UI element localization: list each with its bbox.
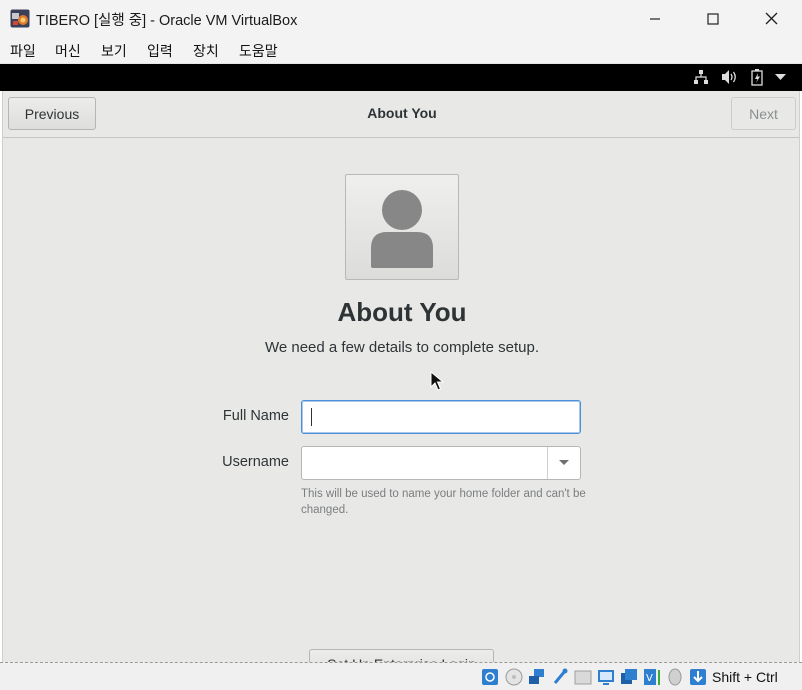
avatar-button[interactable] [345,174,459,280]
setup-header: Previous About You Next [3,91,799,138]
keyboard-arrow-icon[interactable] [689,668,707,686]
header-title: About You [367,105,437,121]
maximize-button[interactable] [684,0,742,37]
username-label: Username [222,454,289,470]
minimize-icon [650,17,660,20]
username-hint: This will be used to name your home fold… [301,488,586,516]
host-key-label: Shift + Ctrl [712,669,778,685]
full-name-field[interactable] [301,400,581,434]
username-field[interactable] [302,447,547,479]
virtualbox-app-icon [10,9,30,28]
network-adapter-icon[interactable] [528,668,546,686]
video-capture-icon[interactable] [620,668,638,686]
maximize-icon [707,12,719,25]
cpu-icon[interactable]: V [643,668,661,686]
svg-text:V: V [646,673,653,684]
user-avatar-icon [371,190,433,268]
shared-folders-icon[interactable] [574,668,592,686]
title-bar: TIBERO [실행 중] - Oracle VM VirtualBox [0,0,802,37]
close-icon [765,12,777,25]
chevron-down-icon[interactable] [775,74,786,81]
text-caret [311,408,312,426]
chevron-down-icon [559,460,569,465]
optical-drive-icon[interactable] [505,668,523,686]
guest-display[interactable]: Previous About You Next About You We nee… [2,91,800,662]
menu-machine[interactable]: 머신 [55,41,81,61]
status-bar: V Shift + Ctrl [0,662,802,690]
minimize-button[interactable] [626,0,684,37]
page-subheading: We need a few details to complete setup. [264,339,540,356]
usb-icon[interactable] [551,668,569,686]
page-heading: About You [337,297,467,327]
username-dropdown-button[interactable] [547,447,580,479]
full-name-label: Full Name [222,408,289,424]
window-title: TIBERO [실행 중] - Oracle VM VirtualBox [36,13,298,29]
menu-help[interactable]: 도움말 [239,41,278,61]
guest-top-bar [0,64,802,91]
network-icon[interactable] [693,69,709,85]
volume-icon[interactable] [721,69,738,85]
menu-view[interactable]: 보기 [101,41,127,61]
mouse-pointer-icon [430,371,444,391]
next-button[interactable]: Next [731,97,796,130]
mouse-integration-icon[interactable] [666,668,684,686]
hard-disk-icon[interactable] [481,668,499,686]
menu-bar: 파일 머신 보기 입력 장치 도움말 [0,37,802,64]
menu-file[interactable]: 파일 [10,41,36,61]
battery-icon[interactable] [751,69,763,86]
menu-input[interactable]: 입력 [147,41,173,61]
close-button[interactable] [742,0,800,37]
display-icon[interactable] [597,668,615,686]
menu-devices[interactable]: 장치 [193,41,219,61]
enterprise-login-button[interactable]: Set Up Enterprise Login [309,649,494,662]
username-combo[interactable] [301,446,581,480]
